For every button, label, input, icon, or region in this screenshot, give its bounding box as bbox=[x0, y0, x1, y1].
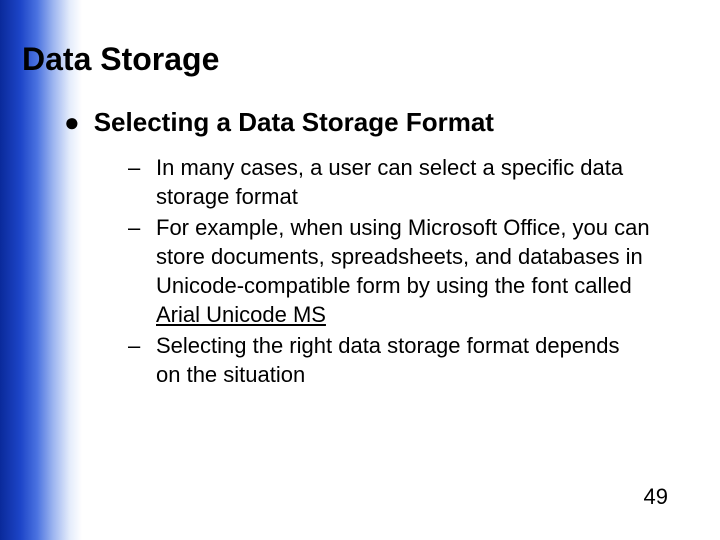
bullet-level2-item: – Selecting the right data storage forma… bbox=[128, 331, 650, 389]
slide: Data Storage ● Selecting a Data Storage … bbox=[0, 0, 720, 540]
dash-icon: – bbox=[128, 213, 150, 242]
bullet-level1-text: Selecting a Data Storage Format bbox=[94, 106, 494, 139]
bullet-level2-text: In many cases, a user can select a speci… bbox=[156, 153, 650, 211]
page-number: 49 bbox=[644, 484, 668, 510]
text-segment: In many cases, a user can select a speci… bbox=[156, 155, 623, 209]
dash-icon: – bbox=[128, 153, 150, 182]
text-segment: Selecting the right data storage format … bbox=[156, 333, 620, 387]
slide-content: Data Storage ● Selecting a Data Storage … bbox=[0, 0, 720, 540]
dash-icon: – bbox=[128, 331, 150, 360]
bullet-dot-icon: ● bbox=[64, 106, 80, 139]
bullet-level2-text: For example, when using Microsoft Office… bbox=[156, 213, 650, 329]
bullet-level2-item: – For example, when using Microsoft Offi… bbox=[128, 213, 650, 329]
bullet-level2-group: – In many cases, a user can select a spe… bbox=[128, 153, 650, 389]
bullet-level2-item: – In many cases, a user can select a spe… bbox=[128, 153, 650, 211]
bullet-level2-text: Selecting the right data storage format … bbox=[156, 331, 650, 389]
slide-title: Data Storage bbox=[22, 40, 690, 78]
underlined-term: Arial Unicode MS bbox=[156, 302, 326, 327]
bullet-level1: ● Selecting a Data Storage Format bbox=[64, 106, 690, 139]
text-segment: For example, when using Microsoft Office… bbox=[156, 215, 650, 298]
